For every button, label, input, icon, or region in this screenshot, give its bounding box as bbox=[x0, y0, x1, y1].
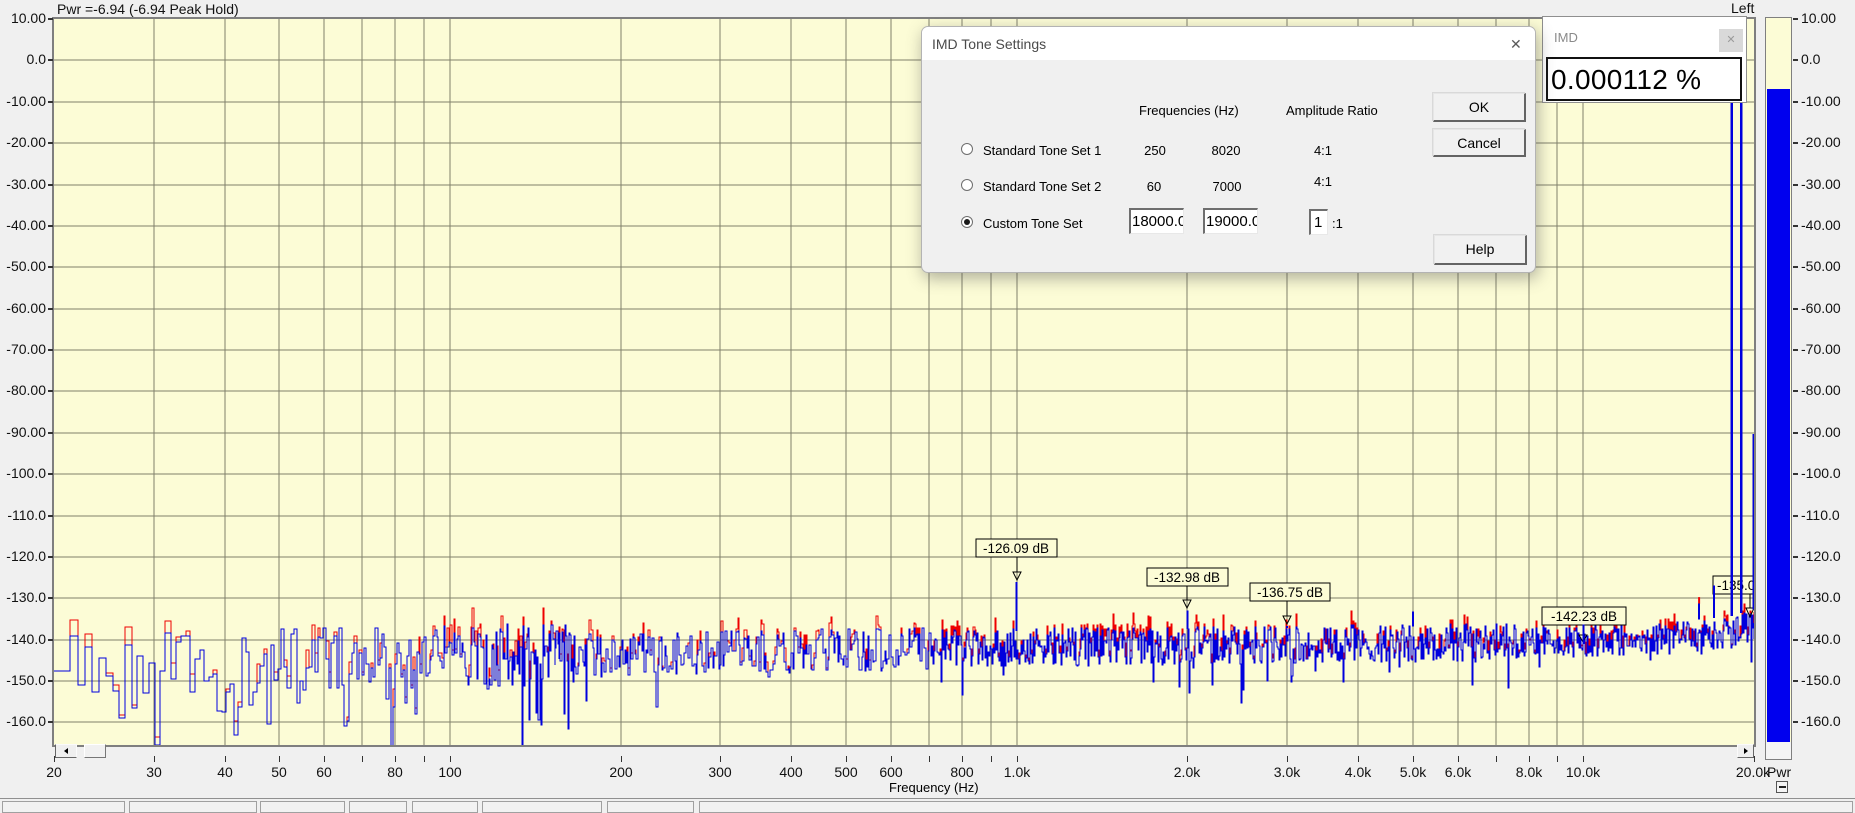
svg-text:-142.23 dB: -142.23 dB bbox=[1551, 609, 1617, 624]
svg-text:-136.75 dB: -136.75 dB bbox=[1257, 585, 1323, 600]
svg-text:-132.98 dB: -132.98 dB bbox=[1154, 570, 1220, 585]
svg-text:-126.09 dB: -126.09 dB bbox=[983, 541, 1049, 556]
svg-text:-135.09 dB: -135.09 dB bbox=[1717, 578, 1754, 593]
